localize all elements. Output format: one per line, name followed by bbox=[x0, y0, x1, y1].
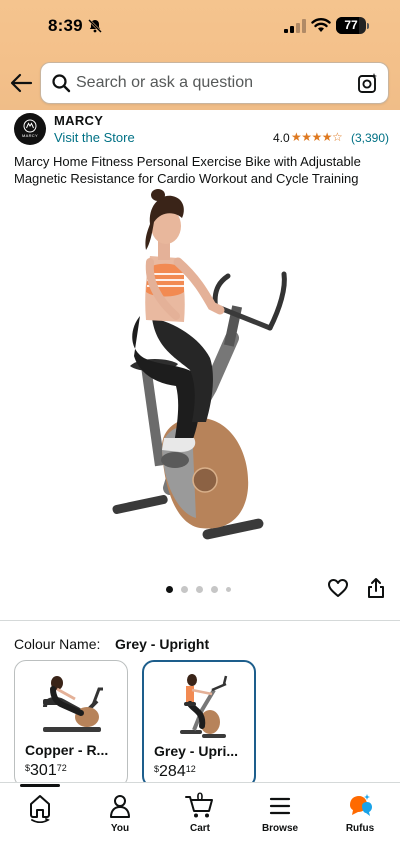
battery-icon: 77 bbox=[336, 17, 366, 34]
product-image[interactable] bbox=[100, 188, 300, 558]
variant-name: Copper - R... bbox=[25, 742, 109, 758]
nav-you-label: You bbox=[110, 823, 130, 834]
person-icon bbox=[110, 795, 130, 818]
rating-value: 4.0 bbox=[273, 131, 290, 145]
rating-count-link[interactable]: (3,390) bbox=[351, 131, 389, 145]
carousel-dot[interactable] bbox=[166, 585, 173, 593]
signal-icon bbox=[284, 19, 306, 33]
nav-rufus[interactable]: Rufus bbox=[325, 793, 395, 834]
back-arrow-icon[interactable] bbox=[9, 72, 33, 94]
nav-rufus-label: Rufus bbox=[345, 823, 375, 834]
brand-name: MARCY bbox=[54, 113, 104, 128]
camera-lens-icon[interactable] bbox=[357, 72, 379, 94]
bottom-navigation: You 0 Cart Browse Rufus bbox=[0, 782, 400, 867]
heart-icon[interactable] bbox=[327, 577, 349, 599]
rating-stars[interactable]: ★★★★☆ bbox=[291, 130, 343, 144]
search-icon bbox=[52, 74, 71, 93]
nav-cart[interactable]: 0 Cart bbox=[165, 790, 235, 834]
nav-home[interactable] bbox=[5, 793, 75, 827]
app-header: 8:39 77 bbox=[0, 0, 400, 110]
status-time: 8:39 bbox=[48, 16, 83, 35]
share-icon[interactable] bbox=[366, 577, 386, 599]
brand-logo-text: MARCY bbox=[22, 133, 38, 138]
carousel-dot[interactable] bbox=[196, 585, 203, 593]
carousel-dot[interactable] bbox=[181, 585, 188, 593]
search-bar[interactable] bbox=[40, 62, 389, 104]
section-divider bbox=[0, 620, 400, 621]
nav-you[interactable]: You bbox=[85, 793, 155, 834]
cart-count: 0 bbox=[196, 790, 204, 804]
menu-icon bbox=[269, 797, 291, 815]
search-input[interactable] bbox=[76, 71, 346, 95]
variant-name: Grey - Upri... bbox=[154, 743, 239, 759]
carousel-dot[interactable] bbox=[226, 586, 231, 592]
home-active-indicator bbox=[20, 784, 60, 787]
product-title: Marcy Home Fitness Personal Exercise Bik… bbox=[14, 154, 361, 186]
variant-image bbox=[180, 674, 228, 738]
colour-variant-grey[interactable]: Grey - Upri... $28412 bbox=[142, 660, 256, 788]
marcy-logo-icon bbox=[23, 119, 37, 133]
visit-store-link[interactable]: Visit the Store bbox=[54, 130, 135, 145]
nav-browse[interactable]: Browse bbox=[245, 793, 315, 834]
nav-cart-label: Cart bbox=[189, 823, 210, 834]
wifi-icon bbox=[311, 18, 331, 32]
colour-variant-copper[interactable]: Copper - R... $30172 bbox=[14, 660, 128, 788]
home-icon bbox=[30, 795, 50, 823]
bell-off-icon bbox=[88, 19, 102, 33]
battery-level: 77 bbox=[344, 18, 358, 32]
image-carousel-dots[interactable] bbox=[166, 584, 231, 594]
colour-label: Colour Name: bbox=[14, 636, 101, 652]
nav-browse-label: Browse bbox=[261, 823, 299, 834]
status-bar: 8:39 77 bbox=[0, 0, 400, 54]
brand-logo[interactable]: MARCY bbox=[14, 113, 46, 145]
variant-image bbox=[43, 676, 103, 732]
carousel-dot[interactable] bbox=[211, 585, 218, 593]
colour-selected-value: Grey - Upright bbox=[115, 636, 210, 652]
variant-price: $30172 bbox=[25, 762, 67, 779]
rufus-icon bbox=[350, 794, 372, 816]
variant-price: $28412 bbox=[154, 763, 196, 780]
